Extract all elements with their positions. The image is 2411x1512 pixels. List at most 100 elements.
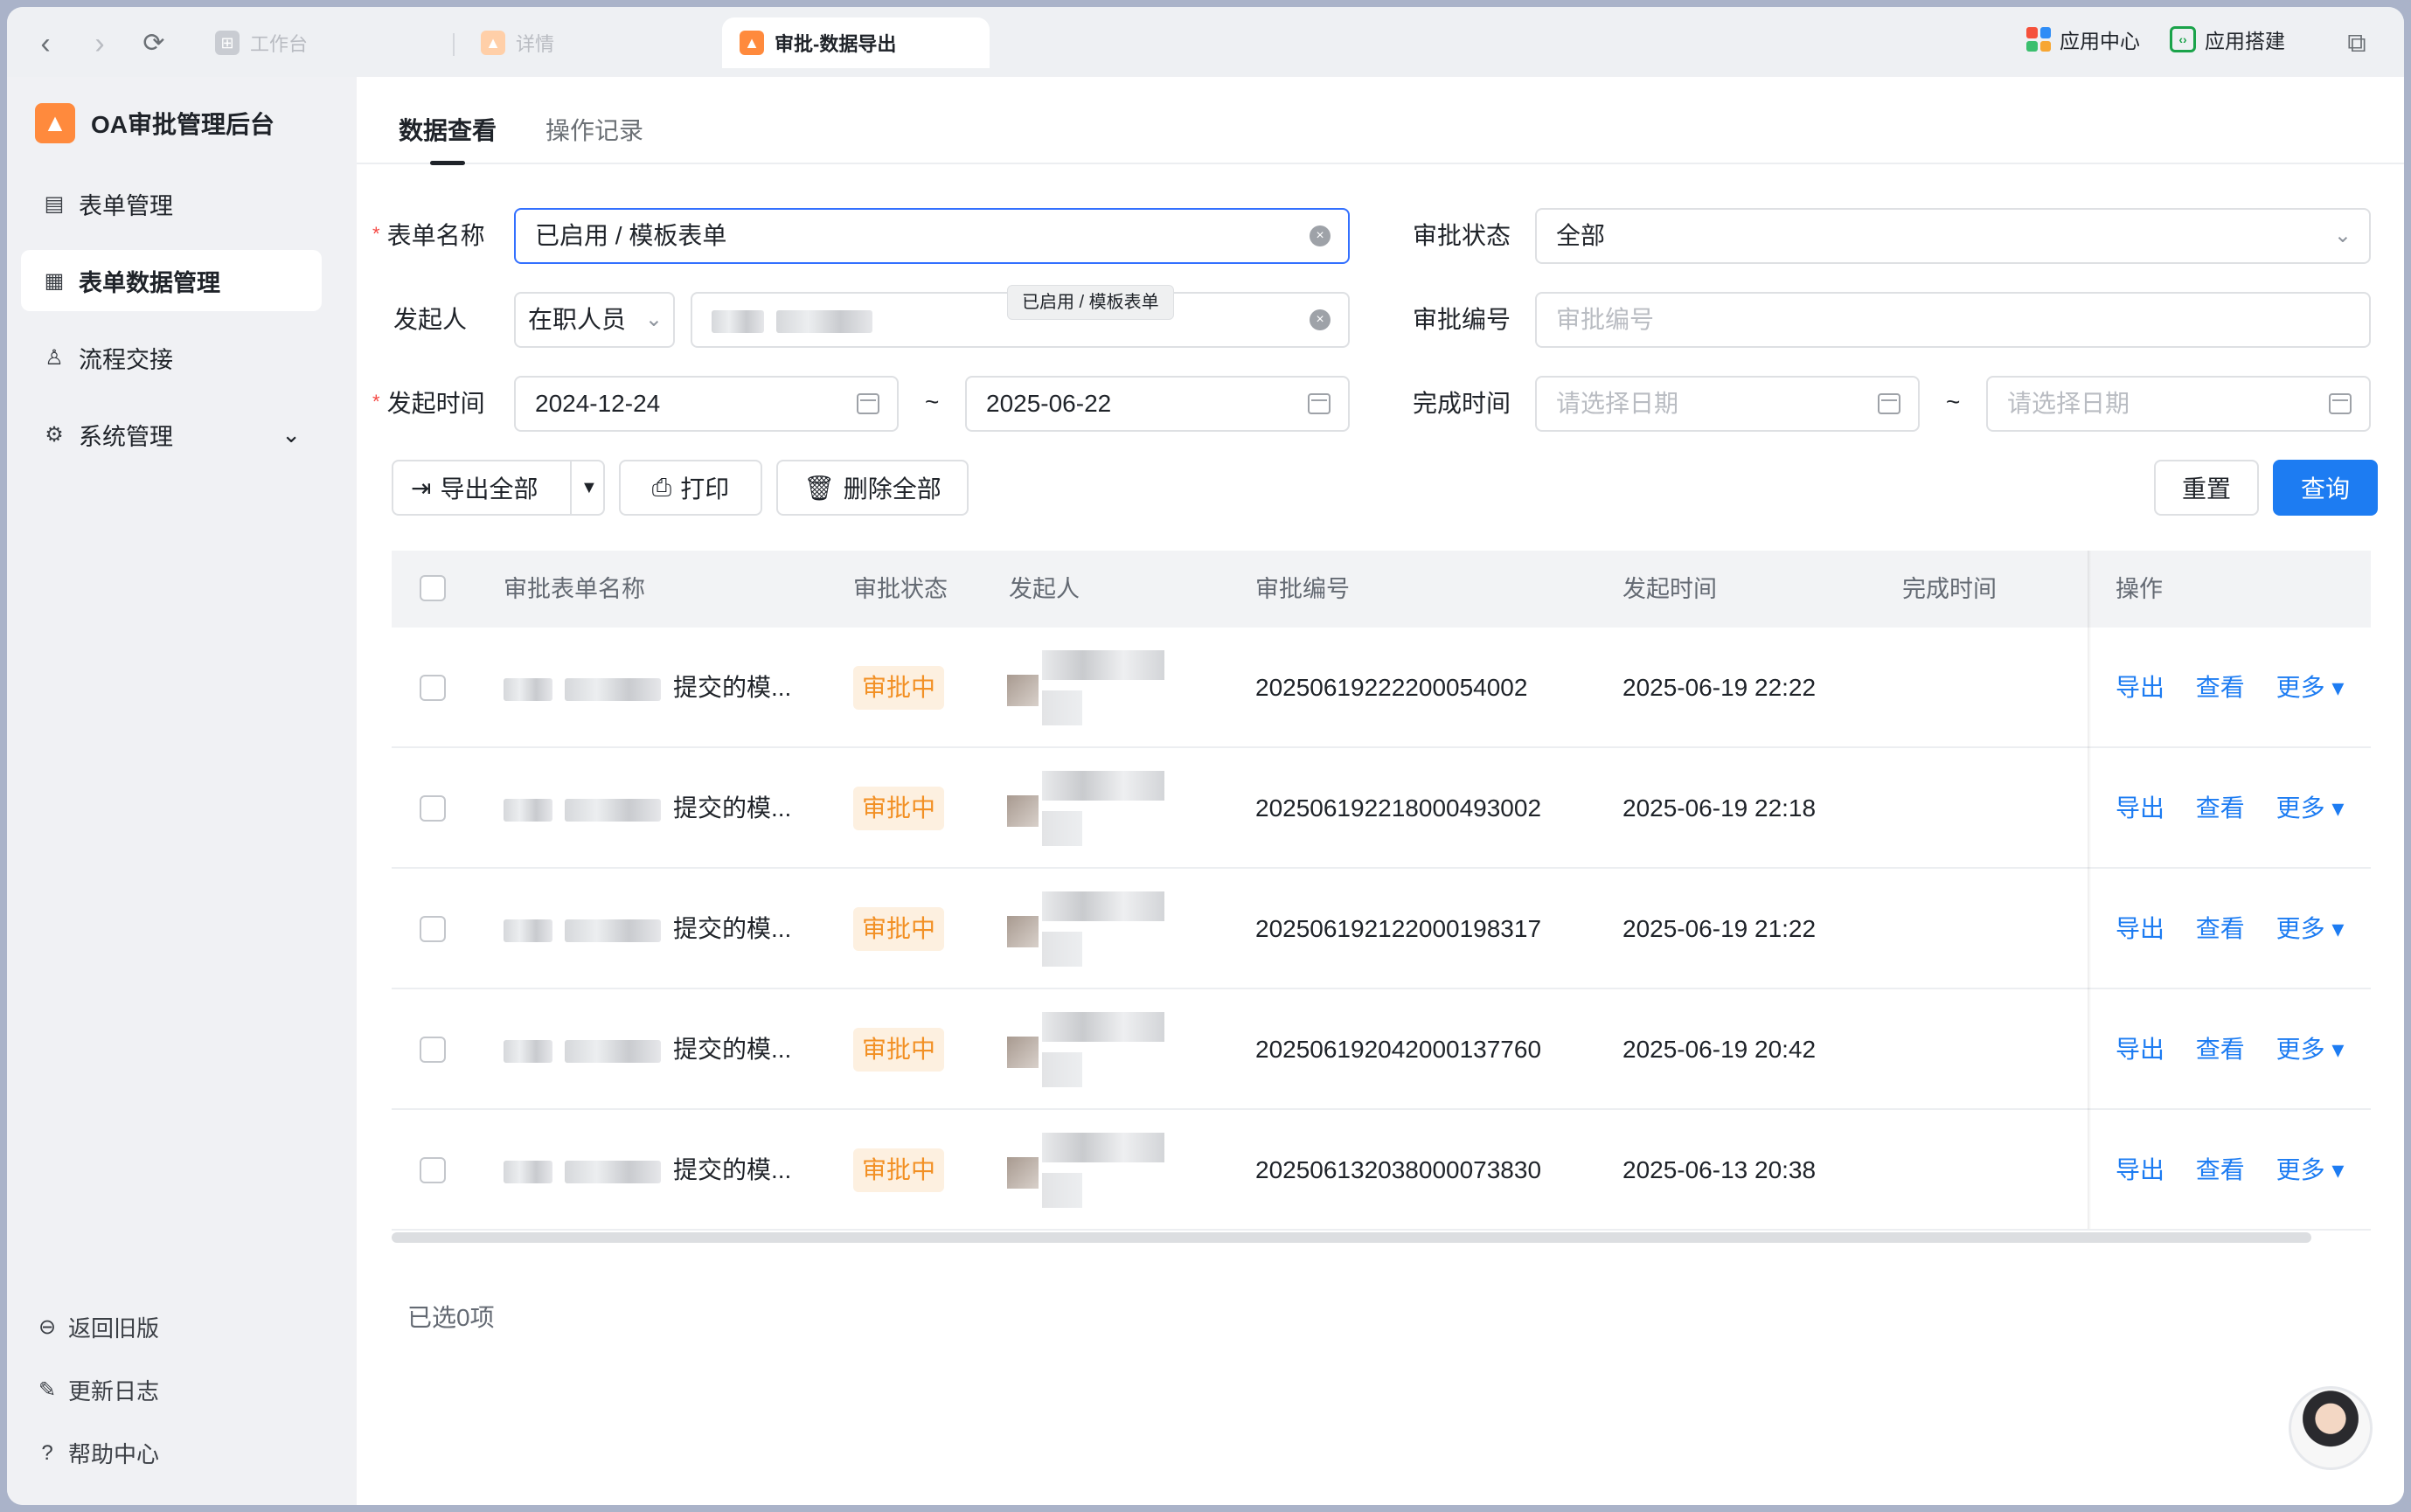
approval-no-cell: 202506192042000137760 bbox=[1255, 1036, 1542, 1063]
form-name-cell[interactable]: 提交的模... bbox=[504, 628, 791, 748]
row-view-link[interactable]: 查看 bbox=[2196, 674, 2245, 701]
row-checkbox[interactable] bbox=[420, 675, 446, 701]
printer-icon: ⎙ bbox=[651, 473, 672, 501]
org-chart-icon: ⊞ bbox=[215, 31, 240, 55]
approval-status-label: 审批状态 bbox=[1413, 222, 1511, 249]
finish-date-from-picker[interactable]: 请选择日期 bbox=[1535, 376, 1920, 432]
calendar-icon bbox=[2329, 393, 2352, 414]
redacted-name bbox=[504, 919, 552, 942]
horizontal-scrollbar[interactable] bbox=[392, 1232, 2311, 1243]
row-more-link[interactable]: 更多 ▾ bbox=[2276, 1036, 2345, 1063]
redacted-name bbox=[504, 798, 552, 822]
row-checkbox[interactable] bbox=[420, 1157, 446, 1183]
brand: ▲ OA审批管理后台 bbox=[35, 103, 274, 143]
row-more-link[interactable]: 更多 ▾ bbox=[2276, 794, 2345, 822]
back-to-old-version-link[interactable]: ⊖ 返回旧版 bbox=[35, 1311, 159, 1343]
actions-cell: 导出 查看 更多 ▾ bbox=[2116, 748, 2368, 869]
export-all-button[interactable]: ⇥ 导出全部 ▼ bbox=[392, 460, 605, 516]
assistant-avatar[interactable] bbox=[2289, 1386, 2373, 1470]
start-time-cell: 2025-06-19 22:22 bbox=[1622, 674, 1817, 701]
sidebar-item-process-handover[interactable]: ♙ 流程交接 bbox=[21, 327, 322, 388]
update-log-link[interactable]: ✎ 更新日志 bbox=[35, 1374, 159, 1406]
status-badge: 审批中 bbox=[853, 907, 945, 951]
form-name-cell[interactable]: 提交的模... bbox=[504, 989, 791, 1110]
row-export-link[interactable]: 导出 bbox=[2116, 1036, 2164, 1063]
start-time-cell: 2025-06-19 22:18 bbox=[1622, 794, 1817, 822]
tab-workbench[interactable]: ⊞ 工作台 bbox=[198, 17, 325, 68]
delete-all-button[interactable]: 🗑 删除全部 bbox=[776, 460, 969, 516]
initiator-label: 发起人 bbox=[393, 306, 468, 333]
app-center-icon bbox=[2026, 27, 2051, 52]
selected-count: 已选0项 bbox=[407, 1304, 495, 1331]
row-more-link[interactable]: 更多 ▾ bbox=[2276, 674, 2345, 701]
row-export-link[interactable]: 导出 bbox=[2116, 915, 2164, 942]
back-icon[interactable]: ‹ bbox=[28, 26, 63, 61]
row-view-link[interactable]: 查看 bbox=[2196, 1036, 2245, 1063]
edit-log-icon: ✎ bbox=[38, 1378, 57, 1402]
help-center-link[interactable]: ? 帮助中心 bbox=[35, 1437, 159, 1469]
code-icon: ‹› bbox=[2170, 26, 2196, 52]
status-badge: 审批中 bbox=[853, 787, 945, 830]
main-panel: 数据查看 操作记录 * 表单名称 已启用 / 模板表单 × 审批状态 全部 ⌄ 发… bbox=[357, 77, 2404, 1505]
reset-button[interactable]: 重置 bbox=[2154, 460, 2259, 516]
row-checkbox[interactable] bbox=[420, 916, 446, 942]
start-date-from-picker[interactable]: 2024-12-24 bbox=[514, 376, 899, 432]
column-actions: 操作 bbox=[2116, 576, 2163, 602]
clear-icon[interactable]: × bbox=[1310, 225, 1331, 246]
approval-no-input[interactable]: 审批编号 bbox=[1535, 292, 2371, 348]
caret-down-icon[interactable]: ▼ bbox=[580, 478, 598, 498]
row-more-link[interactable]: 更多 ▾ bbox=[2276, 915, 2345, 942]
row-more-link[interactable]: 更多 ▾ bbox=[2276, 1156, 2345, 1183]
tab-operation-log[interactable]: 操作记录 bbox=[545, 112, 643, 147]
row-view-link[interactable]: 查看 bbox=[2196, 1156, 2245, 1183]
tab-details[interactable]: ▲ 详情 bbox=[463, 17, 572, 68]
browser-top-bar: ‹ › ⟳ ⊞ 工作台 ▲ 详情 ▲ 审批-数据导出 应用中心 ‹› 应用搭建 … bbox=[7, 7, 2404, 77]
status-badge: 审批中 bbox=[853, 1028, 945, 1072]
open-window-icon[interactable]: ⧉ bbox=[2339, 26, 2374, 61]
user-handover-icon: ♙ bbox=[45, 345, 64, 370]
sidebar-item-system-management[interactable]: ⚙ 系统管理 ⌄ bbox=[21, 404, 322, 465]
trash-icon: 🗑 bbox=[803, 474, 835, 502]
form-name-select[interactable]: 已启用 / 模板表单 × bbox=[514, 208, 1350, 264]
help-icon: ? bbox=[41, 1440, 53, 1465]
table-header: 审批表单名称 审批状态 发起人 审批编号 发起时间 完成时间 操作 bbox=[392, 551, 2371, 628]
initiator-avatar bbox=[1007, 650, 1164, 725]
row-view-link[interactable]: 查看 bbox=[2196, 915, 2245, 942]
print-button[interactable]: ⎙ 打印 bbox=[619, 460, 762, 516]
row-checkbox[interactable] bbox=[420, 795, 446, 822]
forward-icon[interactable]: › bbox=[82, 26, 117, 61]
row-export-link[interactable]: 导出 bbox=[2116, 674, 2164, 701]
redacted-name bbox=[565, 1160, 661, 1183]
app-build-link[interactable]: ‹› 应用搭建 bbox=[2170, 24, 2285, 54]
form-name-cell[interactable]: 提交的模... bbox=[504, 748, 791, 869]
stamp-logo-icon: ▲ bbox=[35, 103, 75, 143]
form-icon: ▤ bbox=[44, 191, 65, 216]
redacted-name bbox=[504, 1160, 552, 1183]
app-center-link[interactable]: 应用中心 bbox=[2026, 24, 2140, 54]
refresh-icon[interactable]: ⟳ bbox=[136, 26, 171, 61]
clear-icon[interactable]: × bbox=[1310, 309, 1331, 330]
table-row: 提交的模... 审批中 20250619222200054002 2025-06… bbox=[392, 628, 2371, 748]
initiator-type-select[interactable]: 在职人员 ⌄ bbox=[514, 292, 675, 348]
row-export-link[interactable]: 导出 bbox=[2116, 1156, 2164, 1183]
tab-data-view[interactable]: 数据查看 bbox=[399, 112, 497, 147]
finish-date-to-picker[interactable]: 请选择日期 bbox=[1986, 376, 2371, 432]
form-name-cell[interactable]: 提交的模... bbox=[504, 869, 791, 989]
approval-status-select[interactable]: 全部 ⌄ bbox=[1535, 208, 2371, 264]
status-cell: 审批中 bbox=[853, 628, 945, 748]
row-export-link[interactable]: 导出 bbox=[2116, 794, 2164, 822]
redacted-name bbox=[565, 919, 661, 942]
query-button[interactable]: 查询 bbox=[2273, 460, 2378, 516]
row-view-link[interactable]: 查看 bbox=[2196, 794, 2245, 822]
calendar-icon bbox=[1878, 393, 1900, 414]
start-date-to-picker[interactable]: 2025-06-22 bbox=[965, 376, 1350, 432]
stamp-icon: ▲ bbox=[740, 31, 764, 55]
form-name-cell[interactable]: 提交的模... bbox=[504, 1110, 791, 1231]
initiator-avatar bbox=[1007, 1012, 1164, 1087]
chevron-down-icon: ⌄ bbox=[2333, 224, 2352, 247]
row-checkbox[interactable] bbox=[420, 1037, 446, 1063]
sidebar-item-form-management[interactable]: ▤ 表单管理 bbox=[21, 173, 322, 234]
select-all-checkbox[interactable] bbox=[420, 575, 446, 601]
tab-data-export[interactable]: ▲ 审批-数据导出 bbox=[722, 17, 990, 68]
sidebar-item-form-data-management[interactable]: ▦ 表单数据管理 bbox=[21, 250, 322, 311]
